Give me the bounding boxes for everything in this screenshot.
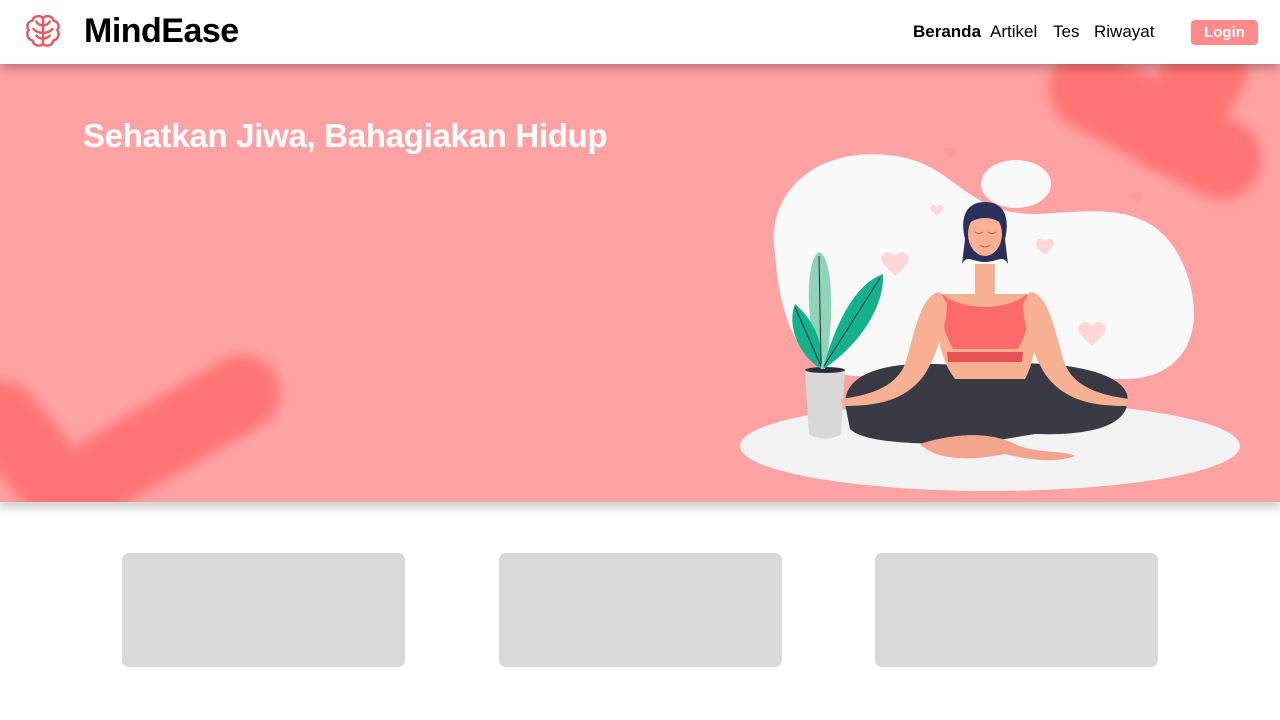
placeholder-card[interactable] <box>122 553 405 667</box>
decorative-blob <box>56 341 294 502</box>
placeholder-card[interactable] <box>499 553 782 667</box>
brain-icon[interactable] <box>24 12 62 50</box>
nav-link-tes[interactable]: Tes <box>1053 20 1079 44</box>
placeholder-card[interactable] <box>875 553 1158 667</box>
login-button[interactable]: Login <box>1191 20 1258 45</box>
brand-name[interactable]: MindEase <box>84 11 239 51</box>
hero-title: Sehatkan Jiwa, Bahagiakan Hidup <box>83 117 608 154</box>
nav-link-riwayat[interactable]: Riwayat <box>1094 20 1154 44</box>
hero-banner: Sehatkan Jiwa, Bahagiakan Hidup <box>0 64 1280 502</box>
nav-link-artikel[interactable]: Artikel <box>990 20 1037 44</box>
top-navbar: MindEase Beranda Artikel Tes Riwayat Log… <box>0 0 1280 64</box>
feature-cards <box>0 553 1280 668</box>
meditating-woman-illustration <box>740 147 1240 491</box>
nav-link-beranda[interactable]: Beranda <box>913 20 981 44</box>
